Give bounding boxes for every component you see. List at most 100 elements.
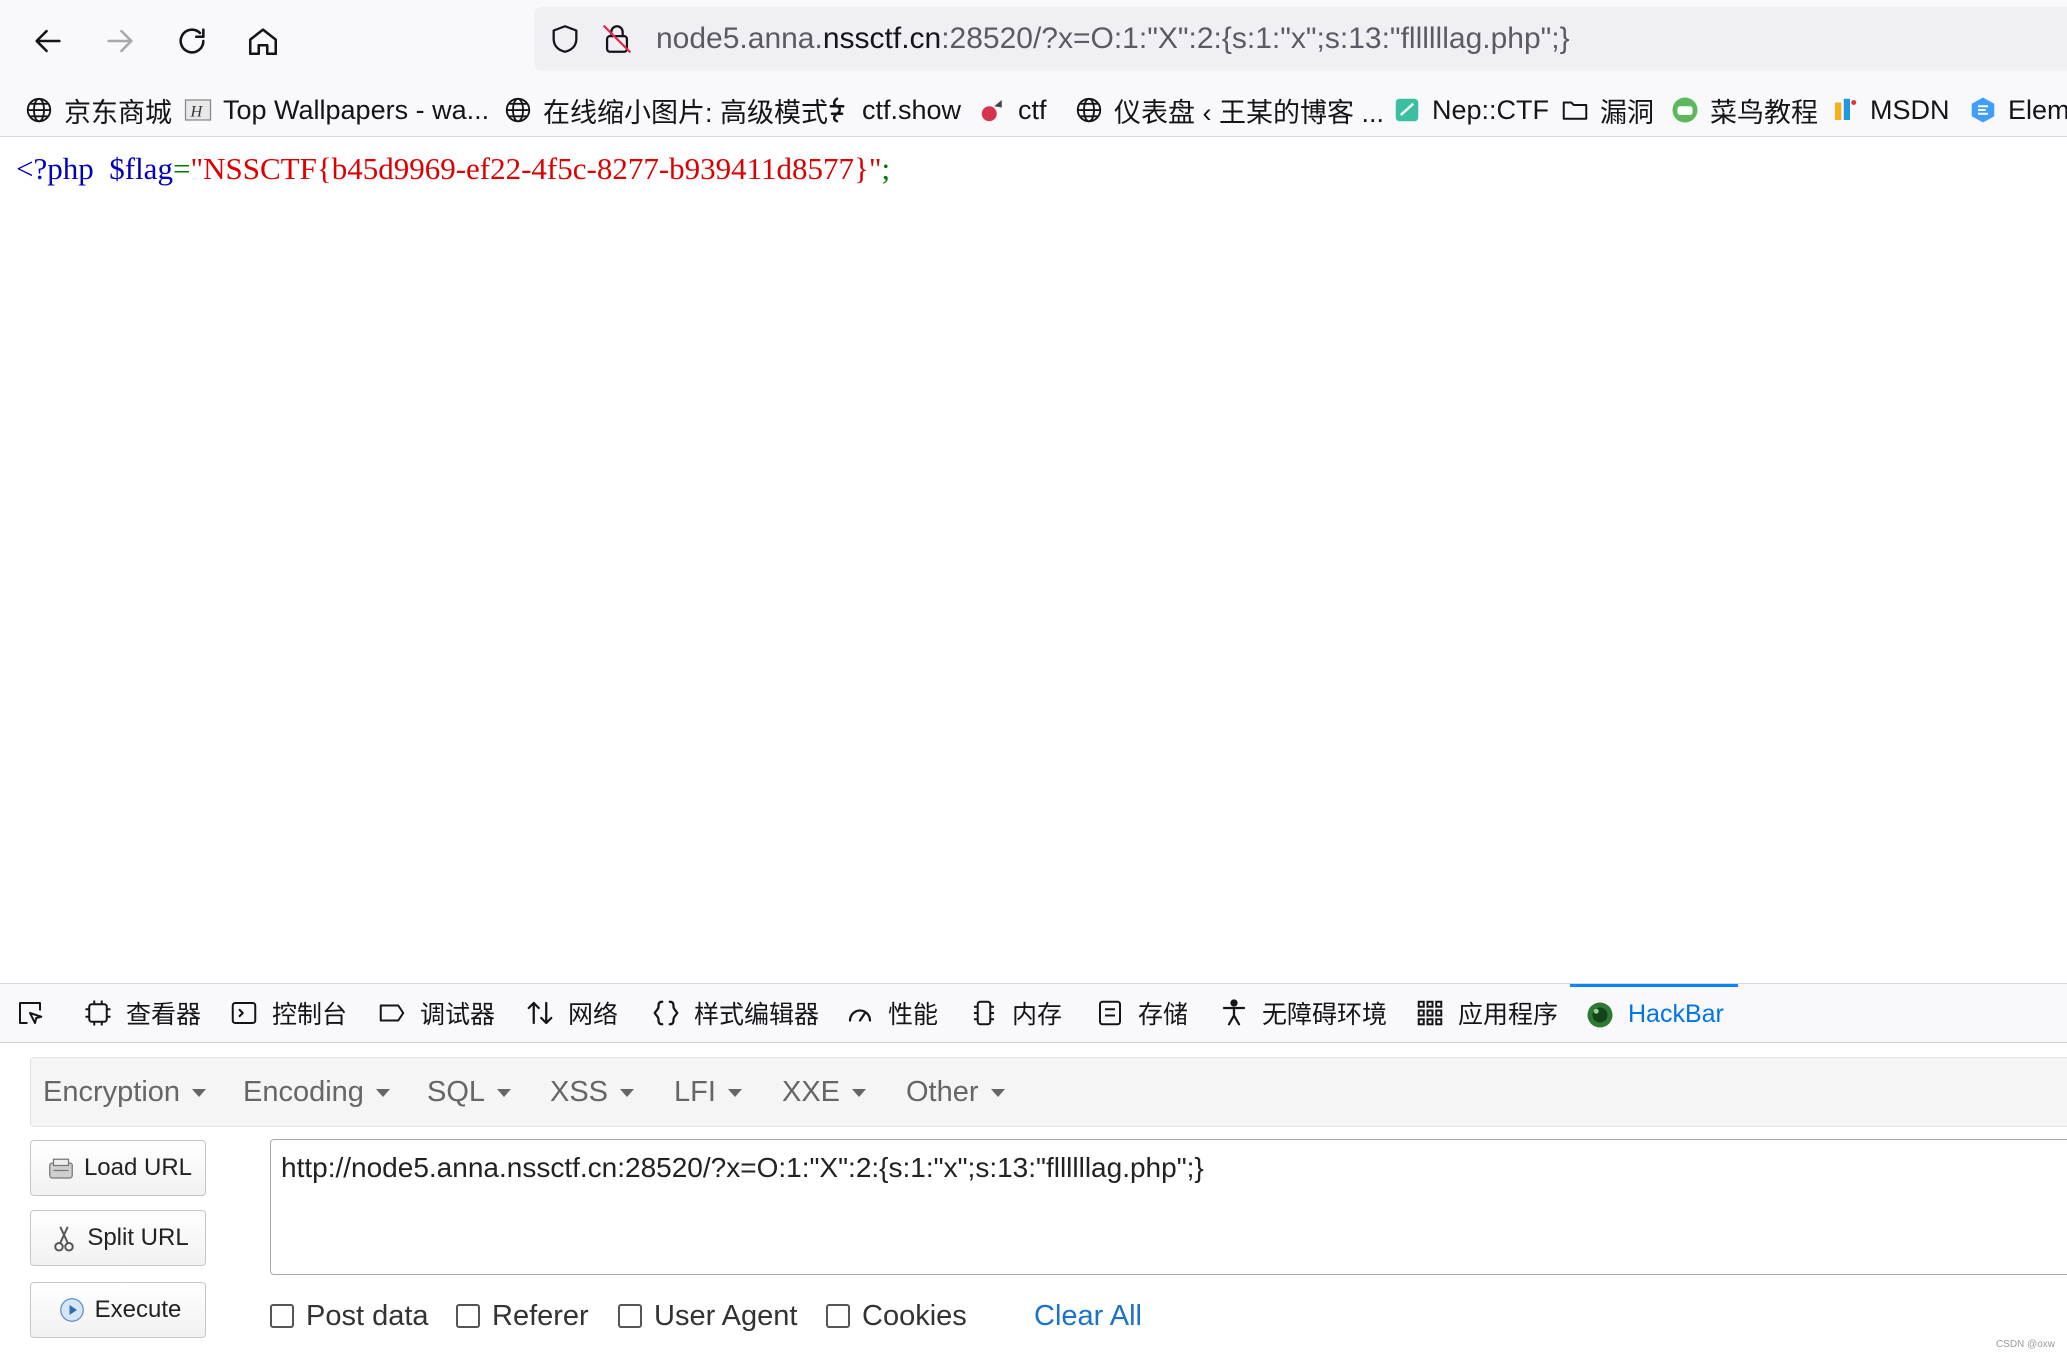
- menu-label: XXE: [782, 1075, 841, 1108]
- shield-icon[interactable]: [548, 22, 582, 56]
- forward-button[interactable]: [95, 18, 145, 64]
- load-url-label: Load URL: [83, 1154, 193, 1181]
- bookmark-folder-vuln[interactable]: 漏洞: [1560, 90, 1654, 130]
- element-picker-button[interactable]: [14, 984, 58, 1042]
- bookmark-ctf[interactable]: ctf: [978, 90, 1047, 130]
- caret-down-icon: [192, 1089, 207, 1097]
- reload-button[interactable]: [167, 18, 217, 64]
- checkbox-box[interactable]: [456, 1304, 480, 1328]
- menu-label: LFI: [674, 1075, 716, 1108]
- bookmark-element[interactable]: Elem: [1968, 90, 2067, 130]
- tab-label: 存储: [1138, 1001, 1189, 1029]
- home-icon: [248, 28, 278, 56]
- execute-label: Execute: [94, 1296, 182, 1323]
- insecure-lock-icon[interactable]: [600, 22, 634, 56]
- checkbox-box[interactable]: [618, 1304, 642, 1328]
- storage-icon: [1099, 1000, 1121, 1026]
- tab-hackbar[interactable]: HackBar: [1570, 984, 1738, 1042]
- bookmark-msdn[interactable]: MSDN: [1830, 90, 1950, 130]
- tab-label: 内存: [1012, 1001, 1063, 1029]
- home-button[interactable]: [238, 18, 288, 64]
- php-semicolon: ;: [881, 151, 891, 186]
- tab-inspector[interactable]: 查看器: [82, 984, 201, 1042]
- menu-label: XSS: [550, 1075, 609, 1108]
- folder-icon: [1562, 101, 1588, 120]
- php-operator: =: [172, 151, 191, 186]
- ctfshow-icon: [829, 97, 845, 123]
- bookmark-dashboard-blog[interactable]: 仪表盘 ‹ 王某的博客 ...: [1074, 90, 1384, 130]
- menu-sql[interactable]: SQL: [427, 1058, 512, 1126]
- menu-xss[interactable]: XSS: [550, 1058, 635, 1126]
- tab-network[interactable]: 网络: [524, 984, 618, 1042]
- scissors-icon: [54, 1226, 75, 1252]
- bookmark-label: Elem: [2008, 94, 2067, 125]
- tab-label: 控制台: [272, 1001, 348, 1029]
- caret-down-icon: [990, 1089, 1005, 1097]
- tab-application[interactable]: 应用程序: [1414, 984, 1558, 1042]
- php-source: <?php $flag="NSSCTF{b45d9969-ef22-4f5c-8…: [16, 151, 890, 187]
- menu-encoding[interactable]: Encoding: [243, 1058, 390, 1126]
- inspector-icon: [85, 1000, 111, 1026]
- post-data-checkbox[interactable]: Post data: [270, 1296, 429, 1336]
- globe-icon: [1076, 97, 1102, 123]
- bookmark-label: ctf.show: [862, 94, 962, 125]
- bookmark-jd[interactable]: 京东商城: [24, 90, 172, 130]
- menu-encryption[interactable]: Encryption: [43, 1058, 207, 1126]
- tab-memory[interactable]: 内存: [968, 984, 1062, 1042]
- tab-label: 应用程序: [1458, 1001, 1559, 1029]
- bookmarks-toolbar: 京东商城 H Top Wallpapers - wa... 在线缩小图片: 高级…: [0, 82, 2067, 137]
- tab-storage[interactable]: 存储: [1094, 984, 1188, 1042]
- bookmark-label: MSDN: [1870, 94, 1950, 125]
- bookmark-ctfshow[interactable]: ctf.show: [822, 90, 961, 130]
- checkbox-box[interactable]: [270, 1304, 294, 1328]
- console-icon: [231, 1002, 257, 1024]
- devtools-tabbar: 查看器 控制台 调试器 网络 样式编辑器 性能 内存 存储 无障碍环境 应用程序…: [0, 984, 2067, 1043]
- tab-label: 网络: [568, 1001, 619, 1029]
- hackbar-menu: Encryption Encoding SQL XSS LFI XXE Othe…: [30, 1057, 2067, 1127]
- globe-icon: [26, 97, 52, 123]
- tab-console[interactable]: 控制台: [228, 984, 347, 1042]
- url-text[interactable]: node5.anna.nssctf.cn:28520/?x=O:1:"X":2:…: [656, 22, 1570, 56]
- checkbox-label: Cookies: [862, 1299, 967, 1332]
- bookmark-nepctf[interactable]: Nep::CTF: [1392, 90, 1549, 130]
- devtools-panel: 查看器 控制台 调试器 网络 样式编辑器 性能 内存 存储 无障碍环境 应用程序…: [0, 983, 2067, 1356]
- load-url-button[interactable]: Load URL: [30, 1140, 206, 1196]
- tab-performance[interactable]: 性能: [844, 984, 938, 1042]
- checkbox-box[interactable]: [826, 1304, 850, 1328]
- referer-checkbox[interactable]: Referer: [456, 1296, 589, 1336]
- cookies-checkbox[interactable]: Cookies: [826, 1296, 967, 1336]
- user-agent-checkbox[interactable]: User Agent: [618, 1296, 797, 1336]
- bookmark-label: 京东商城: [64, 97, 172, 128]
- bookmark-runoob[interactable]: 菜鸟教程: [1670, 90, 1818, 130]
- checkbox-label: Post data: [306, 1299, 429, 1332]
- watermark: CSDN @oxw: [1995, 1339, 2055, 1350]
- accessibility-icon: [1222, 999, 1246, 1026]
- menu-label: SQL: [427, 1075, 486, 1108]
- menu-other[interactable]: Other: [906, 1058, 1005, 1126]
- split-url-button[interactable]: Split URL: [30, 1210, 206, 1266]
- debugger-icon: [379, 1004, 405, 1022]
- tab-label: HackBar: [1628, 1000, 1724, 1028]
- address-bar[interactable]: node5.anna.nssctf.cn:28520/?x=O:1:"X":2:…: [534, 7, 2067, 71]
- bookmark-top-wallpapers[interactable]: H Top Wallpapers - wa...: [183, 90, 489, 130]
- menu-lfi[interactable]: LFI: [674, 1058, 742, 1126]
- navigation-toolbar: node5.anna.nssctf.cn:28520/?x=O:1:"X":2:…: [0, 0, 2067, 82]
- reload-icon: [179, 28, 205, 54]
- execute-button[interactable]: Execute: [30, 1282, 206, 1338]
- menu-xxe[interactable]: XXE: [782, 1058, 867, 1126]
- flag-string: "NSSCTF{b45d9969-ef22-4f5c-8277-b939411d…: [190, 151, 882, 186]
- bookmark-image-resize[interactable]: 在线缩小图片: 高级模式: [503, 90, 828, 130]
- tab-debugger[interactable]: 调试器: [376, 984, 495, 1042]
- caret-down-icon: [375, 1089, 390, 1097]
- back-button[interactable]: [23, 18, 73, 64]
- caret-down-icon: [620, 1089, 635, 1097]
- tab-style-editor[interactable]: 样式编辑器: [650, 984, 819, 1042]
- tab-label: 样式编辑器: [694, 1001, 820, 1029]
- bookmark-label: ctf: [1018, 94, 1047, 125]
- style-editor-icon: [653, 1000, 679, 1026]
- element-picker-icon: [19, 1002, 43, 1024]
- tab-accessibility[interactable]: 无障碍环境: [1218, 984, 1387, 1042]
- hackbar-url-input[interactable]: http://node5.anna.nssctf.cn:28520/?x=O:1…: [270, 1139, 2067, 1275]
- checkbox-label: Referer: [492, 1299, 589, 1332]
- clear-all-link[interactable]: Clear All: [1034, 1296, 1142, 1336]
